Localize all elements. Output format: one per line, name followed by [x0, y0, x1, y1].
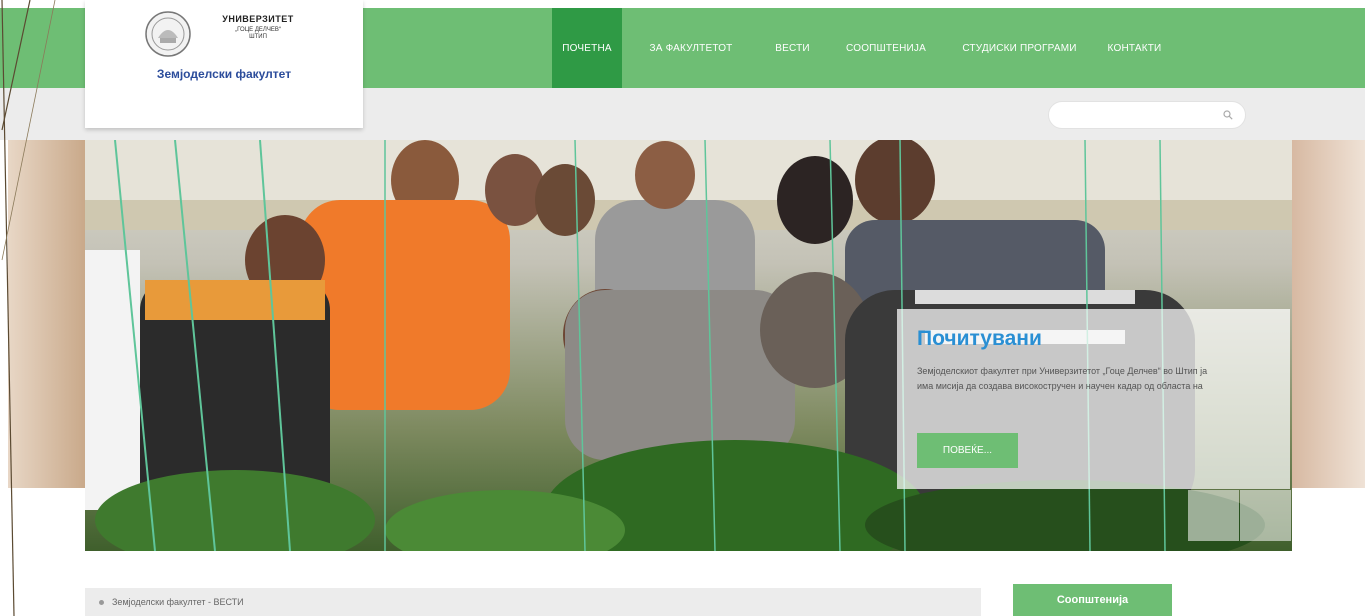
breadcrumb-text[interactable]: Земјоделски факултет - ВЕСТИ — [112, 597, 244, 607]
slider-prev-button[interactable] — [1188, 490, 1239, 541]
hero-caption-panel: Почитувани Земјоделскиот факултет при Ун… — [897, 309, 1290, 489]
logo-card[interactable]: УНИВЕРЗИТЕТ „ГОЦЕ ДЕЛЧЕВ“ ШТИП Земјоделс… — [85, 0, 363, 128]
search-icon[interactable] — [1223, 110, 1233, 120]
edge-decoration — [1, 0, 56, 616]
read-more-button[interactable]: ПОВЕЌЕ... — [917, 433, 1018, 468]
university-subname: „ГОЦЕ ДЕЛЧЕВ“ — [235, 27, 281, 33]
nav-item-contacts[interactable]: КОНТАКТИ — [1092, 8, 1177, 88]
university-city: ШТИП — [249, 34, 267, 40]
nav-item-about[interactable]: ЗА ФАКУЛТЕТОТ — [622, 8, 760, 88]
slider-next-button[interactable] — [1240, 490, 1291, 541]
search-input[interactable] — [1061, 102, 1225, 130]
hero-caption-text: Земјоделскиот факултет при Универзитетот… — [917, 366, 1208, 391]
faculty-name: Земјоделски факултет — [156, 67, 292, 81]
breadcrumb-bullet-icon — [99, 600, 104, 606]
university-seal-icon — [145, 11, 191, 57]
nav-item-home[interactable]: ПОЧЕТНА — [552, 8, 626, 100]
announcements-button[interactable]: Соопштенија — [1013, 584, 1172, 616]
main-nav: ПОЧЕТНА ЗА ФАКУЛТЕТОТ ВЕСТИ СООПШТЕНИЈА … — [552, 8, 1177, 100]
nav-item-announcements[interactable]: СООПШТЕНИЈА — [825, 8, 947, 88]
hero-caption-title: Почитувани — [917, 327, 1042, 350]
nav-item-news[interactable]: ВЕСТИ — [760, 8, 825, 88]
hero-backdrop-right — [1292, 140, 1365, 488]
breadcrumb: Земјоделски факултет - ВЕСТИ — [85, 588, 981, 616]
university-name: УНИВЕРЗИТЕТ — [222, 14, 294, 24]
search-box[interactable] — [1048, 101, 1246, 130]
nav-item-study-programs[interactable]: СТУДИСКИ ПРОГРАМИ — [947, 8, 1092, 88]
